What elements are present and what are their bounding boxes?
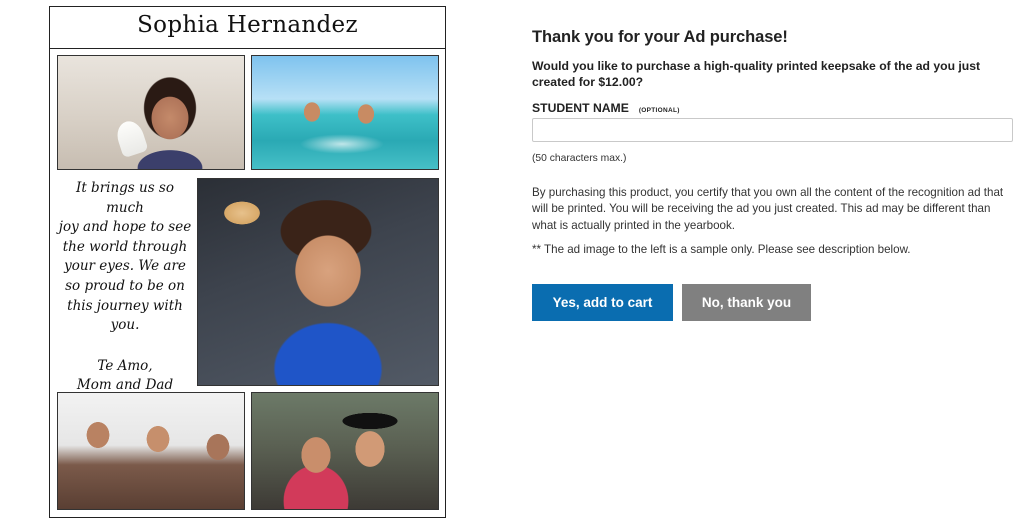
ad-message-line: It brings us so much [76, 180, 174, 216]
ad-message-line: the world through [62, 238, 188, 255]
ad-photo-1 [57, 55, 245, 170]
ad-signature: Te Amo, Mom and Dad [56, 357, 194, 396]
ad-signature-line: Mom and Dad [76, 377, 174, 394]
add-to-cart-button[interactable]: Yes, add to cart [532, 284, 673, 321]
ad-preview: Sophia Hernandez It brings us so much jo… [49, 6, 446, 518]
offer-question: Would you like to purchase a high-qualit… [532, 59, 981, 89]
decline-button[interactable]: No, thank you [682, 284, 811, 321]
ad-message-line: this journey with [67, 297, 183, 314]
ad-photo-5 [251, 392, 439, 510]
sample-note: ** The ad image to the left is a sample … [532, 243, 911, 256]
ad-message-line: your eyes. We are [64, 258, 186, 275]
optional-tag: (OPTIONAL) [638, 107, 680, 114]
student-name-input[interactable] [532, 118, 1013, 142]
ad-student-name: Sophia Hernandez [50, 7, 445, 49]
ad-photo-3 [197, 178, 439, 386]
student-name-label: STUDENT NAME (OPTIONAL) [532, 101, 680, 115]
ad-message-line: so proud to be on [65, 277, 185, 294]
ad-photo-4 [57, 392, 245, 510]
ad-message-line: you. [110, 317, 140, 334]
ad-photo-2 [251, 55, 439, 170]
ownership-disclaimer: By purchasing this product, you certify … [532, 186, 1004, 232]
student-name-label-text: STUDENT NAME [532, 101, 629, 115]
ad-message-line: joy and hope to see [58, 219, 192, 236]
ad-message: It brings us so much joy and hope to see… [56, 179, 194, 393]
ad-signature-line: Te Amo, [97, 357, 153, 374]
char-limit-hint: (50 characters max.) [532, 153, 627, 164]
page-title: Thank you for your Ad purchase! [532, 28, 788, 46]
